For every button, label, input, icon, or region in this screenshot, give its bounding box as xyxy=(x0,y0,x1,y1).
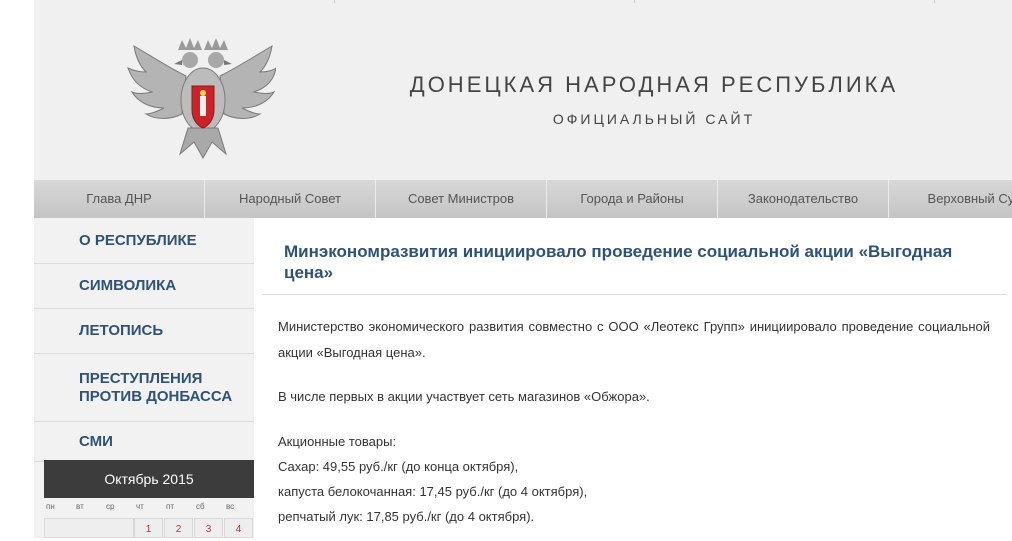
article-paragraph: Министерство экономического развития сов… xyxy=(278,319,990,360)
nav-item-zakonodatelstvo[interactable]: Законодательство xyxy=(718,180,889,218)
calendar-month-title[interactable]: Октябрь 2015 xyxy=(44,460,254,498)
sidebar-item-letopis[interactable]: ЛЕТОПИСЬ xyxy=(34,309,254,354)
weekday-label: пт xyxy=(166,502,174,511)
goods-heading: Акционные товары: xyxy=(278,434,397,449)
weekday-label: чт xyxy=(136,502,144,511)
sidebar-item-simvolika[interactable]: СИМВОЛИКА xyxy=(34,264,254,309)
article: Минэкономразвития инициировало проведени… xyxy=(262,218,1007,538)
calendar-day[interactable]: 1 xyxy=(134,518,163,538)
calendar-day[interactable]: 3 xyxy=(194,518,223,538)
nav-item-verkhovny-sud[interactable]: Верховный Суд xyxy=(889,180,1012,218)
emblem-icon[interactable] xyxy=(126,36,276,160)
site-subtitle: ОФИЦИАЛЬНЫЙ САЙТ xyxy=(552,111,756,127)
site-header: ДОНЕЦКАЯ НАРОДНАЯ РЕСПУБЛИКА ОФИЦИАЛЬНЫЙ… xyxy=(34,0,1012,180)
calendar-day[interactable]: 2 xyxy=(164,518,193,538)
goods-list: Акционные товары: Сахар: 49,55 руб./кг (… xyxy=(278,429,990,529)
calendar-day[interactable]: 4 xyxy=(224,518,253,538)
calendar-week-row: 1 2 3 4 xyxy=(44,518,254,538)
weekday-label: пн xyxy=(46,502,55,511)
goods-item: Сахар: 49,55 руб./кг (до конца октября), xyxy=(278,459,519,474)
goods-item: капуста белокочанная: 17,45 руб./кг (до … xyxy=(278,484,588,499)
calendar-weekdays: пн вт ср чт пт сб вс xyxy=(44,502,254,516)
top-divider xyxy=(34,0,1012,3)
calendar-empty-cell xyxy=(44,518,134,538)
goods-item: репчатый лук: 17,85 руб./кг (до 4 октябр… xyxy=(278,509,535,524)
sidebar-item-prestupleniya[interactable]: ПРЕСТУПЛЕНИЯ ПРОТИВ ДОНБАССА xyxy=(34,354,254,422)
article-paragraph: В числе первых в акции участвует сеть ма… xyxy=(278,389,650,404)
title-divider xyxy=(262,294,1007,295)
weekday-label: вт xyxy=(76,502,84,511)
weekday-label: ср xyxy=(106,502,115,511)
nav-item-sovet-ministrov[interactable]: Совет Министров xyxy=(376,180,547,218)
site-title: ДОНЕЦКАЯ НАРОДНАЯ РЕСПУБЛИКА xyxy=(409,72,899,97)
sidebar-item-o-respublike[interactable]: О РЕСПУБЛИКЕ xyxy=(34,218,254,264)
weekday-label: сб xyxy=(196,502,205,511)
nav-item-glava[interactable]: Глава ДНР xyxy=(34,180,205,218)
calendar-widget: Октябрь 2015 пн вт ср чт пт сб вс 1 2 3 … xyxy=(44,460,254,538)
weekday-label: вс xyxy=(226,502,235,511)
nav-item-narodny-sovet[interactable]: Народный Совет xyxy=(205,180,376,218)
article-title: Минэкономразвития инициировало проведени… xyxy=(284,242,953,282)
main-navigation: Глава ДНР Народный Совет Совет Министров… xyxy=(34,180,1012,218)
sidebar-item-smi[interactable]: СМИ xyxy=(34,422,254,462)
nav-item-goroda[interactable]: Города и Районы xyxy=(547,180,718,218)
